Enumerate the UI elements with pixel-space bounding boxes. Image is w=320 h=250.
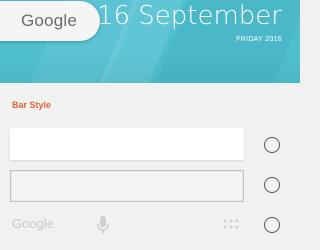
- bar-style-option-transparent[interactable]: Google: [10, 209, 244, 241]
- dots-icon: [223, 219, 239, 229]
- weekday-year-text: FRIDAY 2016: [236, 36, 282, 43]
- section-title-bar-style: Bar Style: [12, 100, 52, 110]
- search-pill-preview[interactable]: Google: [0, 1, 100, 41]
- google-logo: Google: [20, 11, 78, 30]
- date-text: 16 September: [96, 1, 282, 31]
- wallpaper-preview: Google 16 September FRIDAY 2016: [0, 0, 300, 83]
- google-logo: Google: [12, 216, 54, 231]
- bar-style-option-outlined[interactable]: [10, 170, 244, 202]
- radio-bar-style-solid[interactable]: [264, 137, 280, 153]
- wallpaper-shade: [0, 53, 300, 83]
- mic-icon: [97, 216, 109, 234]
- bar-style-option-solid[interactable]: [10, 128, 244, 160]
- screen: Google 16 September FRIDAY 2016 Bar Styl…: [0, 0, 300, 250]
- radio-bar-style-outlined[interactable]: [264, 177, 280, 193]
- radio-bar-style-transparent[interactable]: [264, 217, 280, 233]
